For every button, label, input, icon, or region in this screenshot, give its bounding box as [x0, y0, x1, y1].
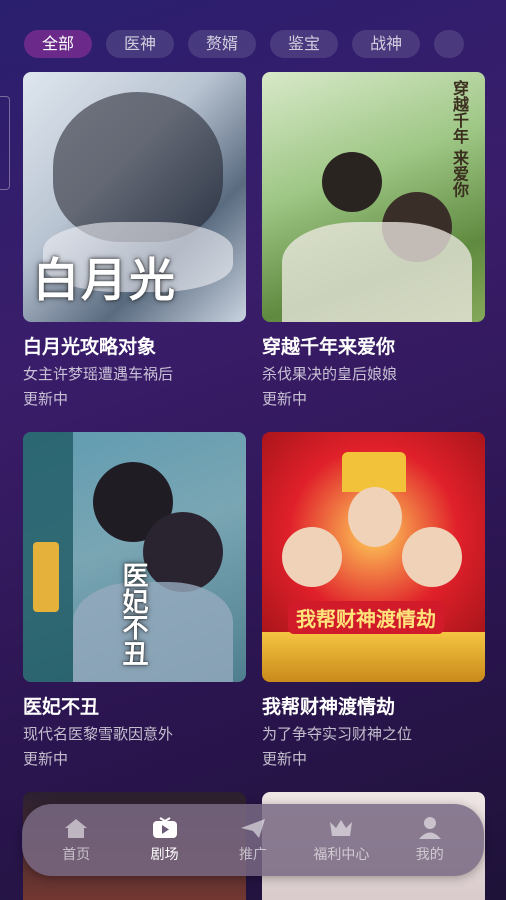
tab-appraisal[interactable]: 鉴宝	[270, 30, 339, 58]
drama-status: 更新中	[23, 390, 69, 408]
drama-title: 穿越千年来爱你	[262, 336, 396, 358]
gold-ingots	[262, 632, 485, 682]
side-handle[interactable]	[0, 96, 10, 190]
tassel-icon	[33, 542, 59, 612]
poster-figure	[322, 152, 382, 212]
poster-figure	[282, 222, 472, 322]
nav-item-theater[interactable]: 剧场	[125, 816, 205, 864]
nav-label: 福利中心	[313, 847, 370, 863]
nav-item-mine[interactable]: 我的	[390, 816, 470, 864]
drama-status: 更新中	[23, 750, 69, 768]
tab-more[interactable]	[434, 30, 465, 58]
drama-card[interactable]: 医妃不丑 医妃不丑 现代名医黎雪歌因意外 更新中	[23, 432, 246, 769]
drama-card[interactable]: 穿越千年 来爱你 穿越千年来爱你 杀伐果决的皇后娘娘 更新中	[262, 72, 485, 409]
poster-title-text: 医妃不丑	[118, 562, 148, 666]
home-icon	[62, 816, 90, 840]
poster-title-text: 我帮财神渡情劫	[288, 601, 444, 634]
nav-label: 首页	[62, 847, 91, 863]
drama-title: 医妃不丑	[23, 696, 100, 718]
user-icon	[416, 816, 444, 840]
poster-image[interactable]: 白月光	[23, 72, 246, 322]
tv-play-icon	[151, 816, 179, 840]
poster-image[interactable]: 我帮财神渡情劫	[262, 432, 485, 682]
drama-card[interactable]: 我帮财神渡情劫 我帮财神渡情劫 为了争夺实习财神之位 更新中	[262, 432, 485, 769]
nav-label: 推广	[238, 847, 267, 863]
drama-title: 白月光攻略对象	[23, 336, 157, 358]
nav-item-home[interactable]: 首页	[36, 816, 116, 864]
poster-figure	[402, 527, 462, 587]
drama-description: 杀伐果决的皇后娘娘	[262, 365, 398, 383]
drama-status: 更新中	[262, 750, 308, 768]
paper-plane-icon	[239, 816, 267, 840]
tab-medical[interactable]: 医神	[106, 30, 175, 58]
poster-figure	[73, 582, 233, 682]
nav-label: 剧场	[150, 847, 179, 863]
poster-image[interactable]: 医妃不丑	[23, 432, 246, 682]
tab-son-in-law[interactable]: 赘婿	[188, 30, 257, 58]
drama-description: 现代名医黎雪歌因意外	[23, 725, 174, 743]
poster-figure	[282, 527, 342, 587]
category-tabs: 全部 医神 赘婿 鉴宝 战神	[24, 30, 506, 60]
poster-figure	[53, 92, 223, 242]
drama-description: 女主许梦瑶遭遇车祸后	[23, 365, 174, 383]
poster-figure	[143, 512, 223, 592]
tab-war-god[interactable]: 战神	[352, 30, 421, 58]
poster-title-text: 白月光	[33, 253, 177, 307]
poster-figure	[348, 487, 402, 547]
nav-item-welfare[interactable]: 福利中心	[301, 816, 381, 864]
poster-image[interactable]: 穿越千年 来爱你	[262, 72, 485, 322]
nav-item-promote[interactable]: 推广	[213, 816, 293, 864]
tab-all[interactable]: 全部	[24, 30, 93, 58]
drama-description: 为了争夺实习财神之位	[262, 725, 413, 743]
drama-status: 更新中	[262, 390, 308, 408]
crown-hat	[342, 452, 406, 492]
drama-card[interactable]: 白月光 白月光攻略对象 女主许梦瑶遭遇车祸后 更新中	[23, 72, 246, 409]
nav-label: 我的	[415, 847, 444, 863]
poster-title-text: 穿越千年 来爱你	[450, 80, 469, 198]
crown-icon	[327, 816, 355, 840]
bottom-nav: 首页 剧场 推广 福利中心 我的	[22, 804, 484, 876]
drama-title: 我帮财神渡情劫	[262, 696, 396, 718]
